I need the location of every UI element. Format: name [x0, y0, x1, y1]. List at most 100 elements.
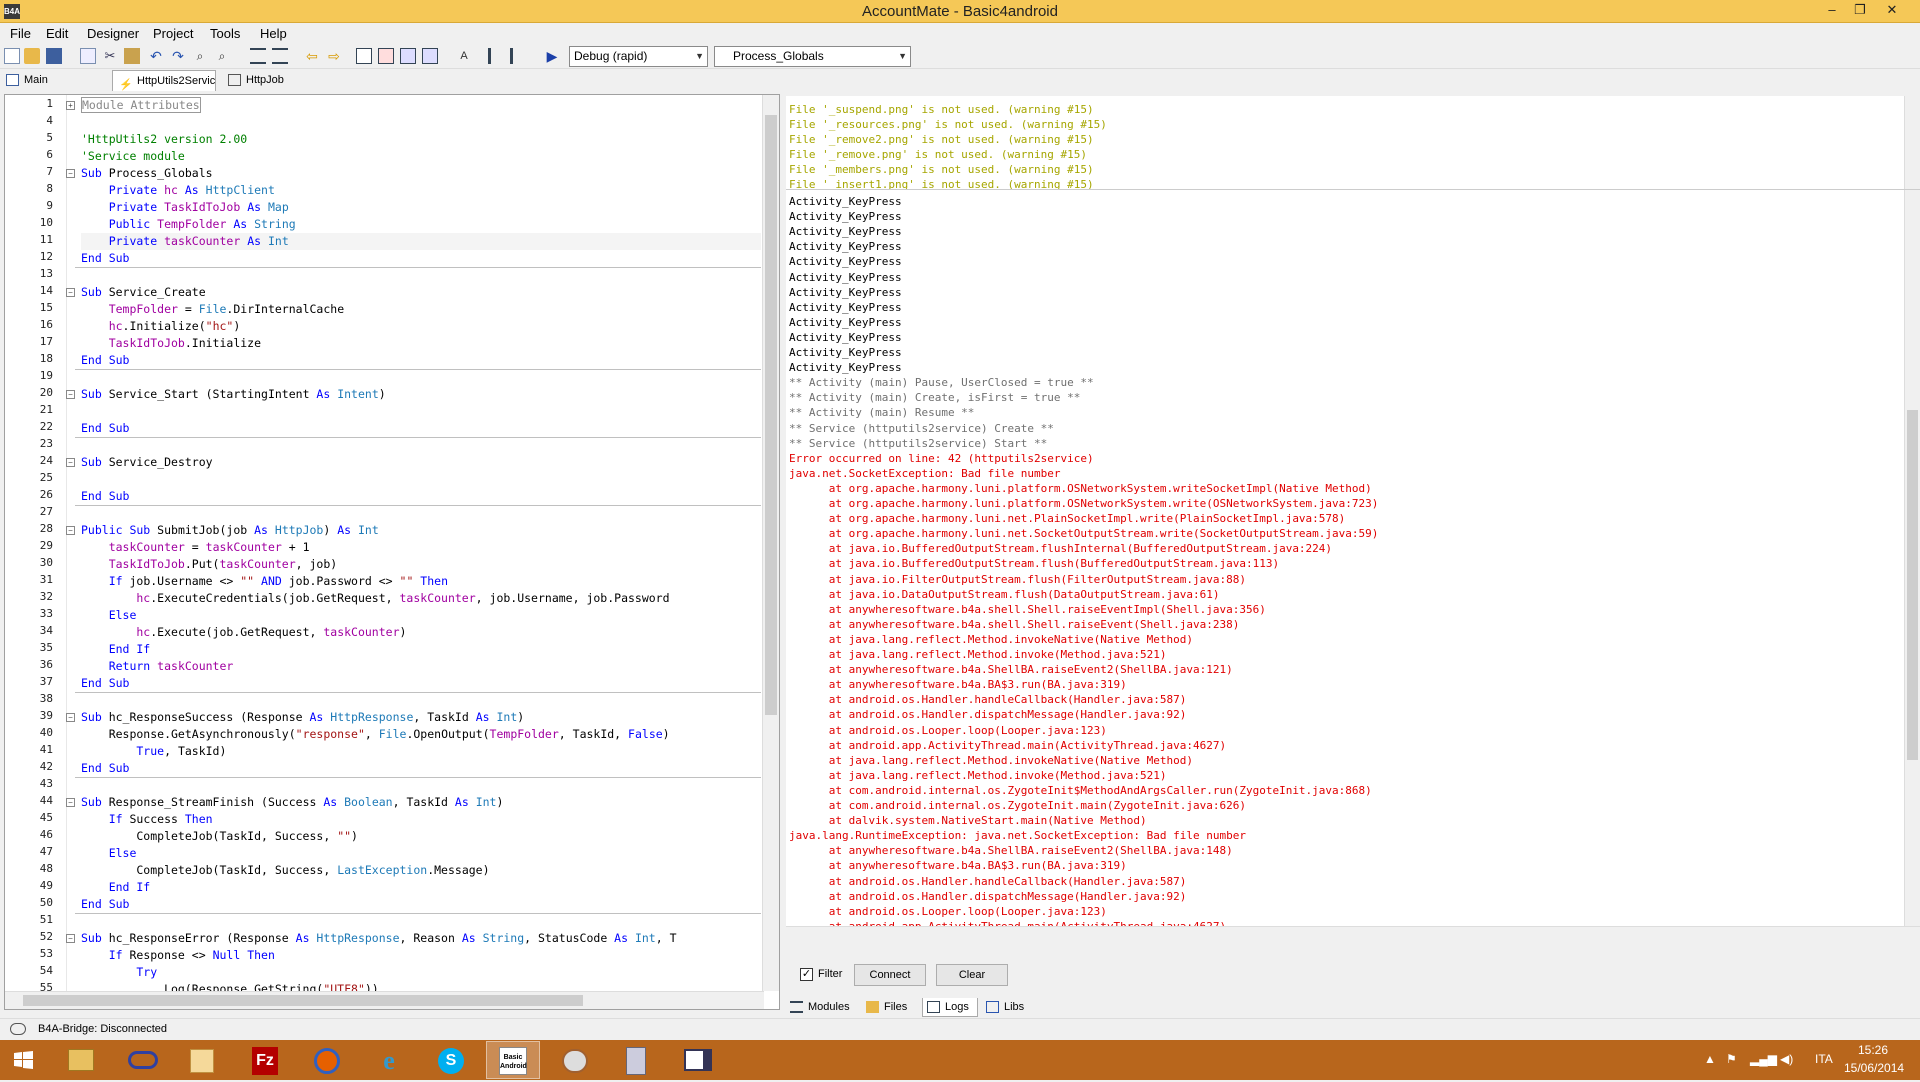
tab-logs[interactable]: Logs: [922, 998, 978, 1017]
code-line[interactable]: True, TaskId): [81, 743, 761, 760]
menu-file[interactable]: File: [10, 26, 31, 41]
fold-collapse-icon[interactable]: −: [66, 288, 75, 297]
code-line[interactable]: If Response <> Null Then: [81, 947, 761, 964]
code-editor[interactable]: 1 4 5 6 7 8 9 10 11 12 13 14 15 16 17 18 19 20 21 22 23 24 25 2…: [4, 94, 780, 1010]
code-line[interactable]: End Sub: [81, 675, 761, 692]
minimize-button[interactable]: –: [1818, 0, 1846, 22]
code-line[interactable]: hc.Initialize("hc"): [81, 318, 761, 335]
logs-scrollbar[interactable]: [1904, 190, 1920, 926]
connect-button[interactable]: Connect: [854, 964, 926, 986]
menu-project[interactable]: Project: [153, 26, 193, 41]
volume-icon[interactable]: ◀): [1780, 1052, 1793, 1066]
taskbar-explorer[interactable]: [54, 1041, 108, 1079]
sub-select[interactable]: Process_Globals ▼: [714, 46, 911, 67]
code-line[interactable]: Public TempFolder As String: [81, 216, 761, 233]
build-mode-select[interactable]: Debug (rapid) ▼: [569, 46, 708, 67]
code-line[interactable]: Else: [81, 845, 761, 862]
taskbar-filezilla[interactable]: Fz: [238, 1041, 292, 1079]
code-line[interactable]: End Sub: [81, 896, 761, 913]
tab-modules[interactable]: Modules: [786, 998, 858, 1017]
prev-bookmark-icon[interactable]: [400, 48, 416, 64]
next-bookmark-icon[interactable]: [422, 48, 438, 64]
code-line[interactable]: TaskIdToJob.Put(taskCounter, job): [81, 556, 761, 573]
undo-icon[interactable]: ↶: [148, 48, 164, 64]
taskbar-calculator[interactable]: [610, 1041, 664, 1079]
indent-icon[interactable]: [250, 48, 266, 64]
font-icon[interactable]: A: [456, 48, 472, 64]
maximize-button[interactable]: ❐: [1846, 0, 1874, 22]
editor-horizontal-scrollbar[interactable]: [5, 991, 764, 1009]
code-line[interactable]: Sub hc_ResponseSuccess (Response As Http…: [81, 709, 761, 726]
code-line[interactable]: Sub Service_Destroy: [81, 454, 761, 471]
code-line[interactable]: Private taskCounter As Int: [81, 233, 761, 250]
taskbar-infinity-app[interactable]: [116, 1041, 170, 1079]
code-line[interactable]: [81, 267, 761, 284]
fold-collapse-icon[interactable]: −: [66, 458, 75, 467]
copy-icon[interactable]: [80, 48, 96, 64]
code-line[interactable]: Return taskCounter: [81, 658, 761, 675]
navigate-forward-icon[interactable]: ⇨: [326, 48, 342, 64]
new-file-icon[interactable]: [4, 48, 20, 64]
code-line[interactable]: hc.Execute(job.GetRequest, taskCounter): [81, 624, 761, 641]
editor-vertical-scrollbar[interactable]: [762, 95, 779, 991]
code-line[interactable]: Else: [81, 607, 761, 624]
outdent-icon[interactable]: [272, 48, 288, 64]
code-line[interactable]: Sub Service_Start (StartingIntent As Int…: [81, 386, 761, 403]
code-line[interactable]: If job.Username <> "" AND job.Password <…: [81, 573, 761, 590]
clock-date[interactable]: 15/06/2014: [1844, 1061, 1904, 1075]
code-line[interactable]: CompleteJob(TaskId, Success, LastExcepti…: [81, 862, 761, 879]
logs-panel[interactable]: Activity_KeyPress Activity_KeyPress Activi…: [786, 190, 1920, 926]
start-button[interactable]: [0, 1041, 48, 1079]
clear-button[interactable]: Clear: [936, 964, 1008, 986]
navigate-back-icon[interactable]: ⇦: [304, 48, 320, 64]
logs-horizontal-scrollbar[interactable]: [786, 926, 1920, 944]
scroll-thumb[interactable]: [1907, 410, 1918, 760]
code-line[interactable]: taskCounter = taskCounter + 1: [81, 539, 761, 556]
code-line[interactable]: CompleteJob(TaskId, Success, ""): [81, 828, 761, 845]
code-line[interactable]: Sub hc_ResponseError (Response As HttpRe…: [81, 930, 761, 947]
open-folder-icon[interactable]: [24, 48, 40, 64]
code-line[interactable]: [81, 692, 761, 709]
taskbar-skype[interactable]: S: [424, 1041, 478, 1079]
comment-block-icon[interactable]: [488, 48, 504, 64]
code-line[interactable]: TempFolder = File.DirInternalCache: [81, 301, 761, 318]
fold-collapse-icon[interactable]: −: [66, 526, 75, 535]
tab-files[interactable]: Files: [862, 998, 918, 1017]
code-line[interactable]: End Sub: [81, 760, 761, 777]
taskbar-paint[interactable]: [548, 1041, 602, 1079]
menu-help[interactable]: Help: [260, 26, 287, 41]
tab-main[interactable]: Main: [0, 70, 100, 91]
code-line[interactable]: hc.ExecuteCredentials(job.GetRequest, ta…: [81, 590, 761, 607]
menu-designer[interactable]: Designer: [87, 26, 139, 41]
bookmark-icon[interactable]: [356, 48, 372, 64]
fold-collapse-icon[interactable]: −: [66, 390, 75, 399]
taskbar-window-app[interactable]: [672, 1041, 726, 1079]
warnings-scrollbar[interactable]: [1904, 96, 1920, 189]
code-line[interactable]: Private hc As HttpClient: [81, 182, 761, 199]
uncomment-block-icon[interactable]: [510, 48, 526, 64]
taskbar-firefox[interactable]: [300, 1041, 354, 1079]
save-icon[interactable]: [46, 48, 62, 64]
code-line[interactable]: Module Attributes: [81, 97, 761, 114]
code-line[interactable]: [81, 114, 761, 131]
code-line[interactable]: [81, 471, 761, 488]
warnings-panel[interactable]: File '_suspend.png' is not used. (warnin…: [786, 96, 1920, 190]
clear-bookmarks-icon[interactable]: [378, 48, 394, 64]
code-line[interactable]: Sub Process_Globals: [81, 165, 761, 182]
taskbar-basic4android[interactable]: Basic Android: [486, 1041, 540, 1079]
language-indicator[interactable]: ITA: [1815, 1052, 1833, 1066]
close-button[interactable]: ✕: [1878, 0, 1906, 22]
code-line[interactable]: [81, 777, 761, 794]
code-line[interactable]: 'Service module: [81, 148, 761, 165]
code-line[interactable]: Sub Response_StreamFinish (Success As Bo…: [81, 794, 761, 811]
fold-collapse-icon[interactable]: −: [66, 169, 75, 178]
code-line[interactable]: [81, 369, 761, 386]
flag-icon[interactable]: ⚑: [1726, 1052, 1737, 1066]
code-line[interactable]: Response.GetAsynchronously("response", F…: [81, 726, 761, 743]
code-line[interactable]: 'HttpUtils2 version 2.00: [81, 131, 761, 148]
code-line[interactable]: Sub Service_Create: [81, 284, 761, 301]
paste-icon[interactable]: [124, 48, 140, 64]
code-line[interactable]: Public Sub SubmitJob(job As HttpJob) As …: [81, 522, 761, 539]
filter-checkbox[interactable]: ✓: [800, 968, 813, 981]
code-line[interactable]: End Sub: [81, 488, 761, 505]
